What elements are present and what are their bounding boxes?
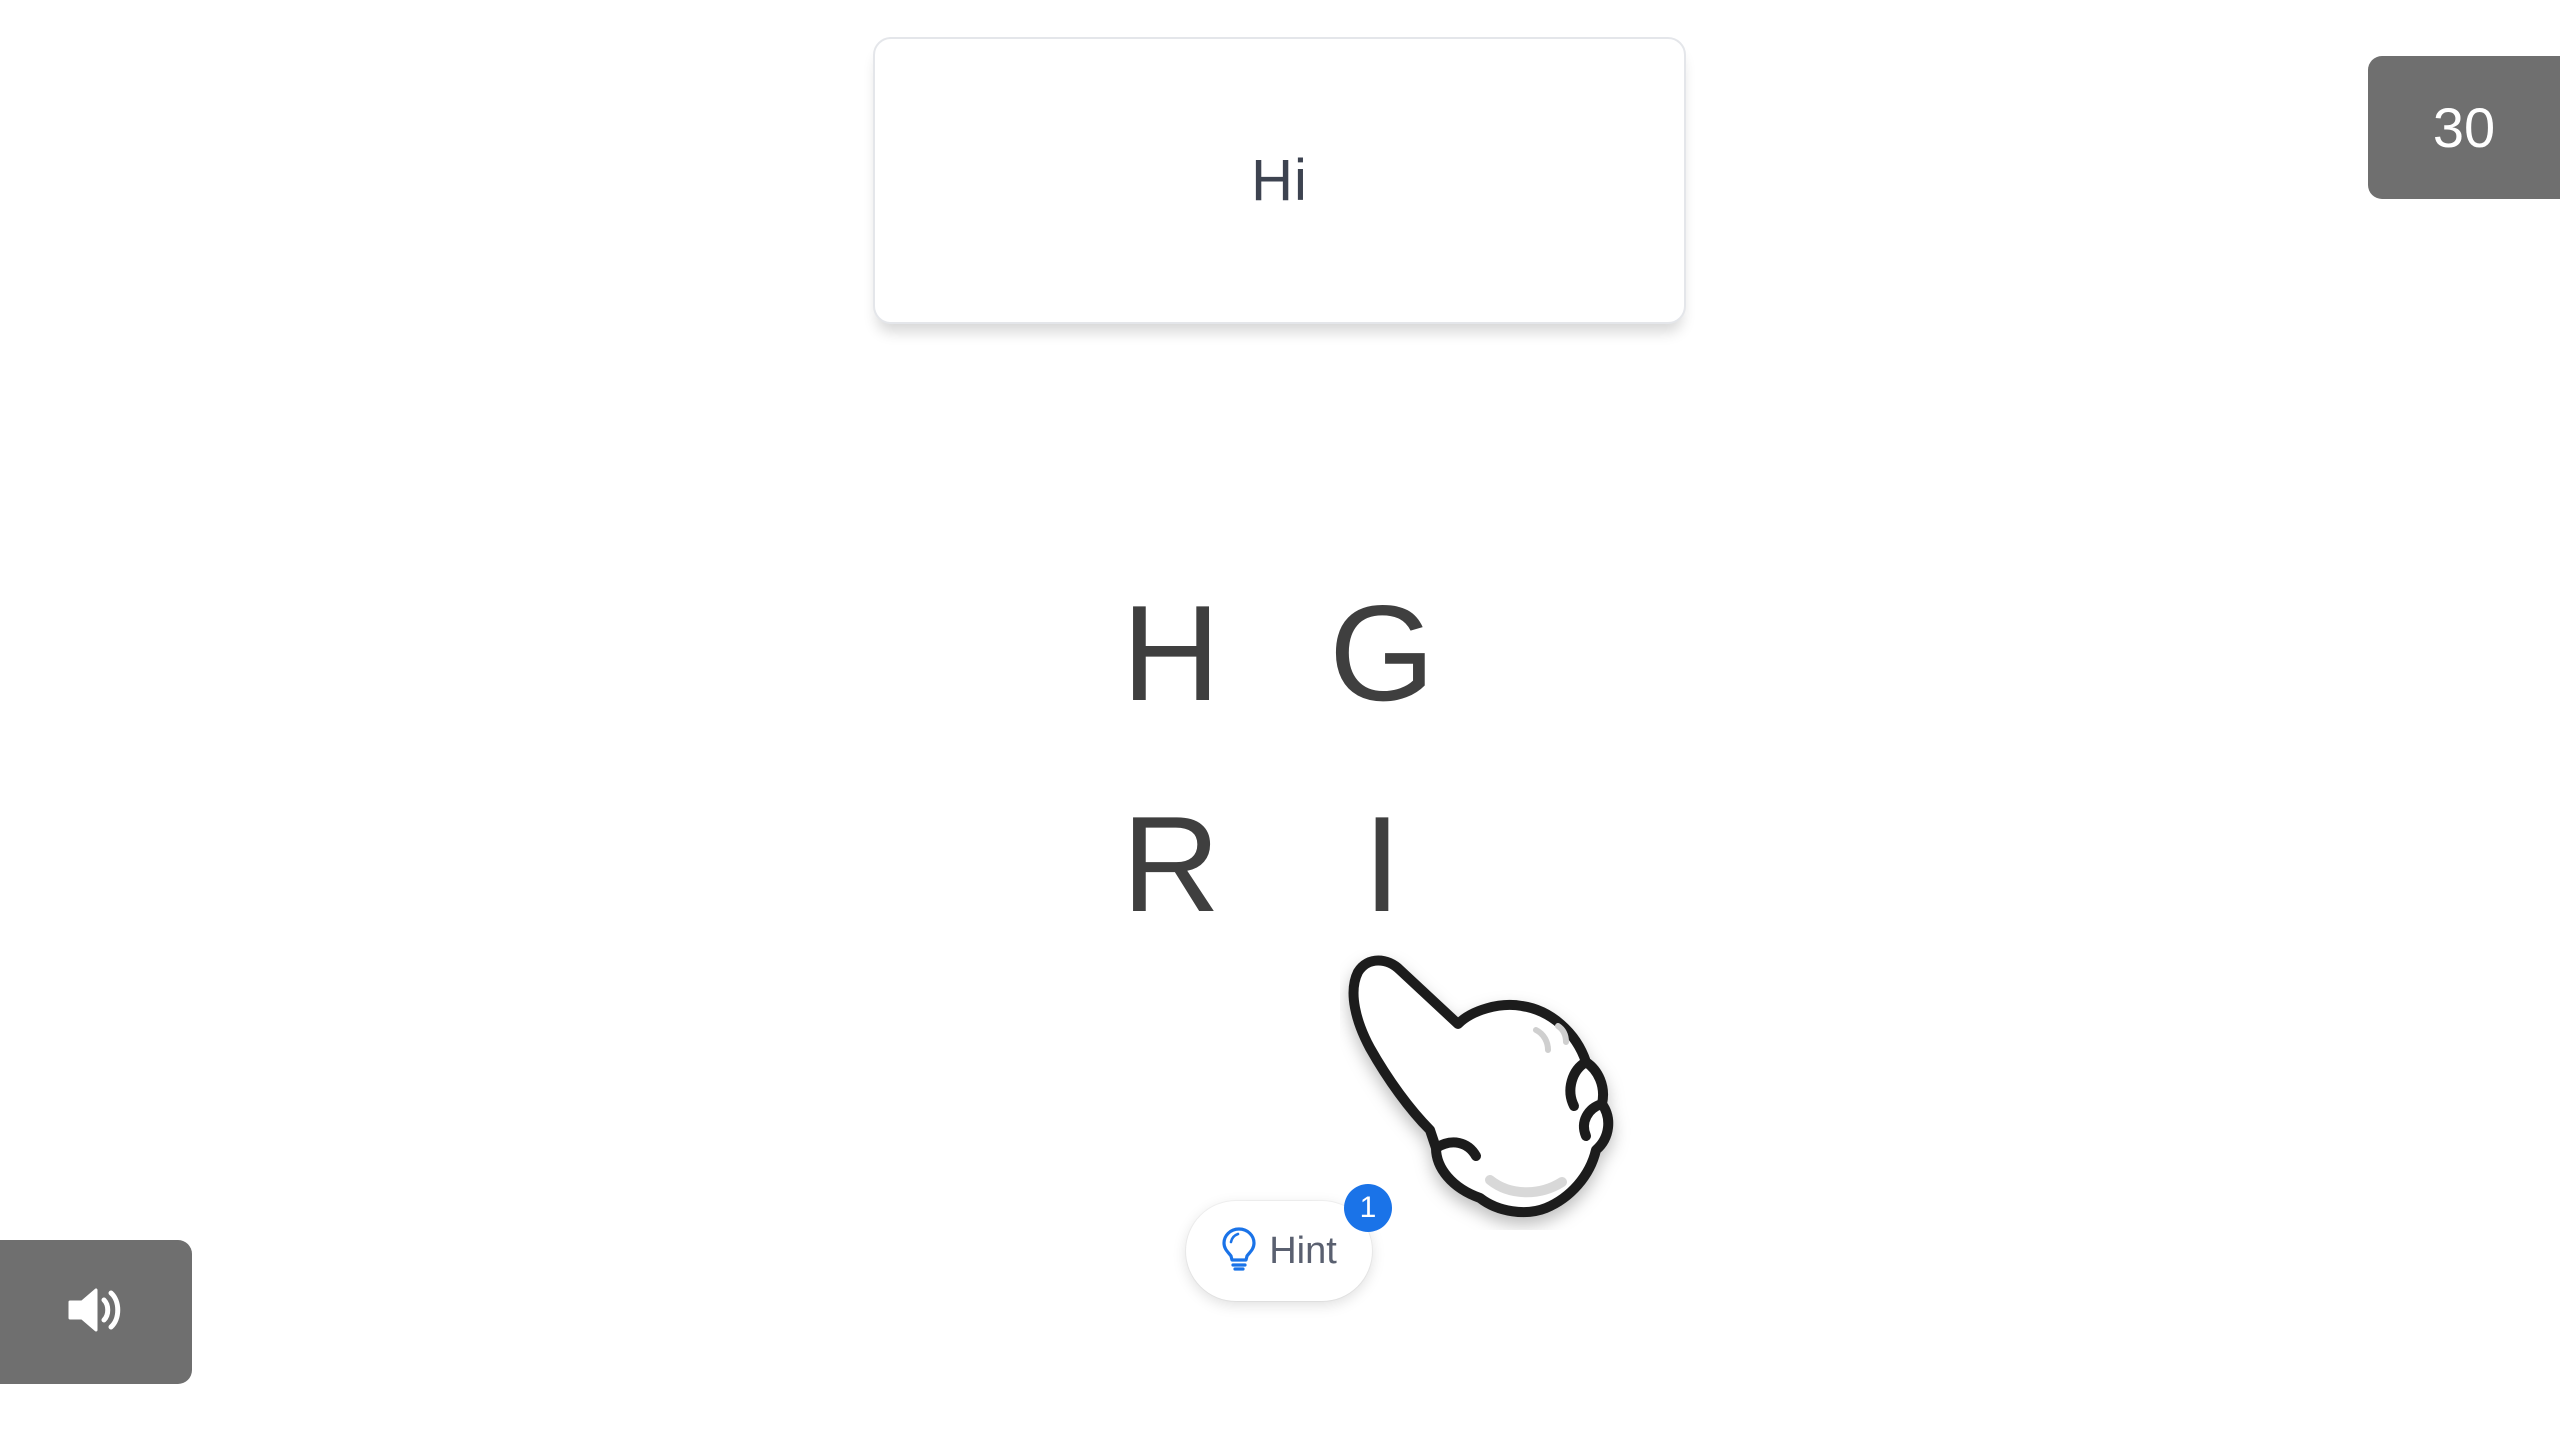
pointing-hand-icon xyxy=(1340,950,1670,1230)
letter-tile-h[interactable]: H xyxy=(1091,573,1251,733)
hint-label: Hint xyxy=(1269,1229,1337,1272)
speaker-icon xyxy=(66,1282,126,1343)
game-stage: Hi 30 H G R I Hint 1 xyxy=(0,0,2560,1440)
letter-tile-g[interactable]: G xyxy=(1302,573,1462,733)
letter-tile-i[interactable]: I xyxy=(1302,784,1462,944)
sound-toggle-button[interactable] xyxy=(0,1240,192,1384)
letter-tile-r[interactable]: R xyxy=(1091,784,1251,944)
lightbulb-icon xyxy=(1221,1226,1257,1277)
timer-value: 30 xyxy=(2432,96,2496,159)
target-word-card: Hi xyxy=(873,37,1686,324)
target-word: Hi xyxy=(1251,148,1308,213)
countdown-timer: 30 xyxy=(2368,56,2560,199)
